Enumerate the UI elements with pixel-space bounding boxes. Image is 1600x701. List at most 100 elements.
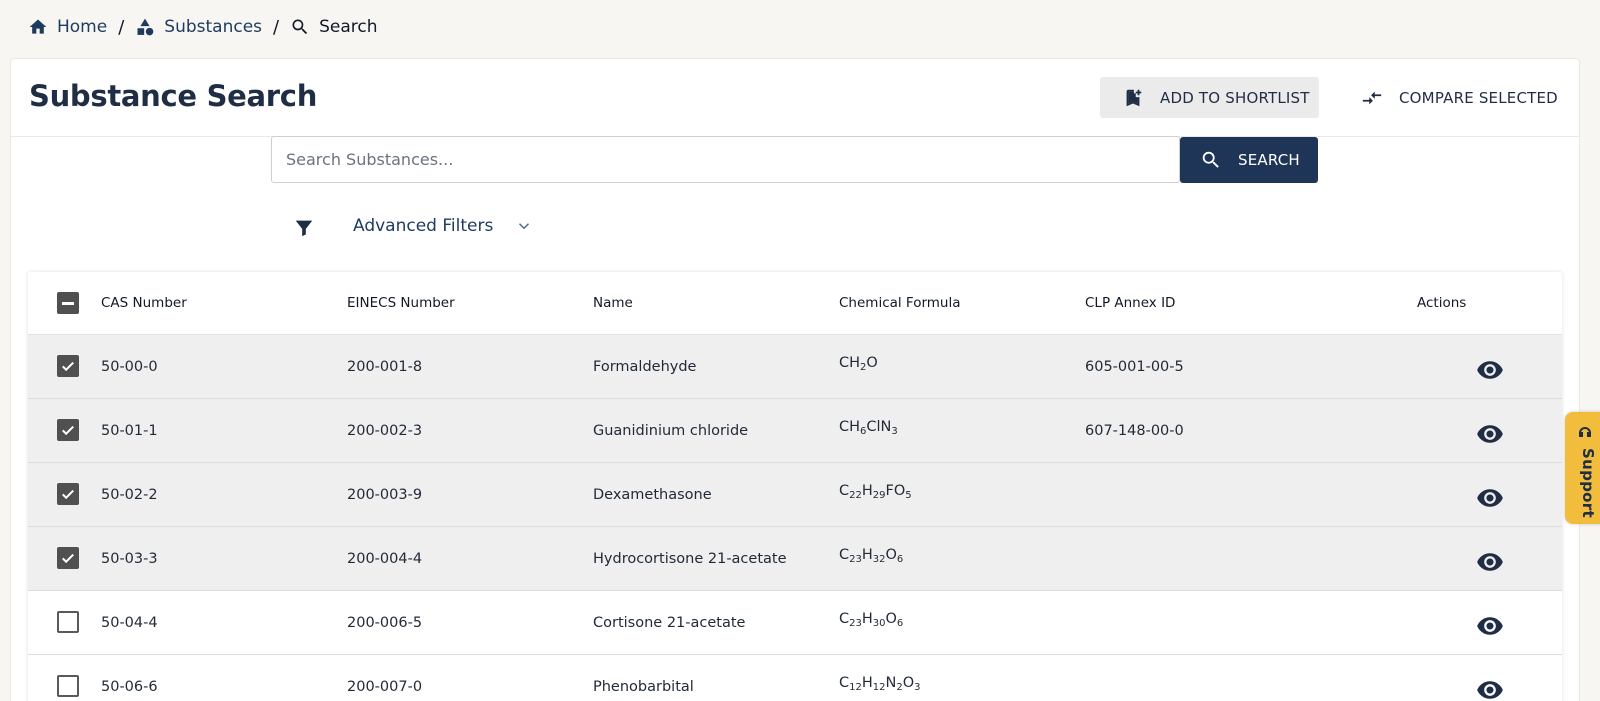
advanced-filters-label: Advanced Filters: [353, 216, 494, 236]
bookmark-add-icon: [1126, 89, 1142, 106]
substance-name-cell: Hydrocortisone 21-acetate: [593, 550, 787, 567]
search-input[interactable]: [271, 136, 1180, 183]
breadcrumb-substances-label: Substances: [164, 17, 263, 37]
compare-selected-label: COMPARE SELECTED: [1399, 88, 1558, 107]
breadcrumb-substances-link[interactable]: Substances: [135, 17, 262, 37]
einecs-number-cell: 200-001-8: [347, 358, 423, 375]
table-body: 50-00-0 200-001-8 Formaldehyde CH2O 605-001-…: [28, 335, 1562, 701]
row-checkbox[interactable]: [56, 482, 79, 505]
row-checkbox-cell: [28, 674, 101, 697]
row-checkbox[interactable]: [56, 674, 79, 697]
support-icon: [1577, 425, 1593, 441]
eye-icon: [1476, 488, 1503, 507]
column-header-einecs[interactable]: EINECS Number: [347, 295, 593, 311]
view-details-button[interactable]: [1476, 676, 1504, 701]
formula-element: H: [861, 482, 873, 499]
table-row[interactable]: 50-04-4 200-006-5 Cortisone 21-acetate C23H…: [28, 591, 1562, 655]
column-header-formula[interactable]: Chemical Formula: [839, 295, 1085, 311]
formula-subscript: 6: [896, 617, 904, 629]
cas-number-cell: 50-03-3: [101, 550, 158, 567]
row-checkbox[interactable]: [56, 610, 79, 633]
cas-number-cell: 50-00-0: [101, 358, 158, 375]
clp-annex-id-cell: 605-001-00-5: [1085, 358, 1184, 375]
einecs-number-cell: 200-003-9: [347, 486, 423, 503]
formula-subscript: 12: [849, 681, 862, 693]
formula-element: C: [839, 482, 850, 499]
formula-subscript: 22: [849, 489, 862, 501]
breadcrumb: Home / Substances / Search: [28, 16, 378, 38]
formula-element: CH: [839, 354, 861, 371]
cas-number-cell: 50-04-4: [101, 614, 158, 631]
formula-subscript: 23: [849, 617, 862, 629]
search-button-label: SEARCH: [1238, 151, 1300, 169]
view-details-button[interactable]: [1476, 356, 1504, 384]
row-checkbox-cell: [28, 482, 101, 505]
row-checkbox-cell: [28, 418, 101, 441]
row-checkbox-cell: [28, 354, 101, 377]
einecs-number-cell: 200-004-4: [347, 550, 423, 567]
formula-subscript: 30: [872, 617, 886, 629]
table-header: CAS Number EINECS Number Name Chemical F…: [28, 272, 1562, 335]
table-row[interactable]: 50-01-1 200-002-3 Guanidinium chloride CH6C…: [28, 399, 1562, 463]
formula-element: H: [861, 610, 873, 627]
card-header: Substance Search ADD TO SHORTLIST COMPAR…: [11, 59, 1579, 137]
substance-name-cell: Guanidinium chloride: [593, 422, 749, 439]
column-header-actions: Actions: [1417, 295, 1467, 311]
table-row[interactable]: 50-06-6 200-007-0 Phenobarbital C12H12N2O3: [28, 655, 1562, 701]
table-row[interactable]: 50-00-0 200-001-8 Formaldehyde CH2O 605-001-…: [28, 335, 1562, 399]
clp-annex-id-cell: 607-148-00-0: [1085, 422, 1184, 439]
actions-cell: [1417, 676, 1562, 701]
support-tab[interactable]: Support: [1565, 412, 1600, 524]
formula-element: H: [861, 546, 873, 563]
breadcrumb-separator: /: [118, 16, 125, 38]
view-details-button[interactable]: [1476, 420, 1504, 448]
row-checkbox-cell: [28, 546, 101, 569]
formula-subscript: 3: [891, 425, 898, 437]
formula-subscript: 23: [849, 553, 862, 565]
chemical-formula-cell: CH2O: [839, 354, 1085, 373]
chemical-formula-cell: CH6ClN3: [839, 418, 1085, 437]
filter-icon: [293, 217, 315, 239]
table-row[interactable]: 50-02-2 200-003-9 Dexamethasone C22H29FO5: [28, 463, 1562, 527]
column-header-cas[interactable]: CAS Number: [101, 295, 347, 311]
view-details-button[interactable]: [1476, 548, 1504, 576]
breadcrumb-current-label: Search: [319, 17, 378, 37]
eye-icon: [1476, 680, 1503, 699]
row-checkbox-cell: [28, 610, 101, 633]
row-checkbox[interactable]: [56, 546, 79, 569]
chemical-formula-cell: C22H29FO5: [839, 482, 1085, 501]
row-checkbox[interactable]: [56, 418, 79, 441]
column-header-name[interactable]: Name: [593, 295, 839, 311]
formula-element: C: [839, 546, 850, 563]
breadcrumb-home-label: Home: [57, 17, 108, 37]
substance-name-cell: Dexamethasone: [593, 486, 712, 503]
einecs-number-cell: 200-002-3: [347, 422, 423, 439]
breadcrumb-home-link[interactable]: Home: [28, 17, 107, 37]
breadcrumb-current: Search: [290, 17, 378, 37]
eye-icon: [1476, 424, 1503, 443]
select-all-checkbox[interactable]: [56, 292, 79, 314]
actions-cell: [1417, 420, 1562, 448]
row-checkbox[interactable]: [56, 354, 79, 377]
view-details-button[interactable]: [1476, 484, 1504, 512]
add-to-shortlist-label: ADD TO SHORTLIST: [1160, 88, 1310, 107]
search-button[interactable]: SEARCH: [1180, 137, 1318, 183]
formula-subscript: 3: [914, 681, 921, 693]
eye-icon: [1476, 552, 1503, 571]
compare-selected-button[interactable]: COMPARE SELECTED: [1347, 77, 1566, 118]
table-row[interactable]: 50-03-3 200-004-4 Hydrocortisone 21-acetat…: [28, 527, 1562, 591]
chevron-down-icon: [519, 223, 530, 230]
add-to-shortlist-button[interactable]: ADD TO SHORTLIST: [1100, 77, 1319, 118]
view-details-button[interactable]: [1476, 612, 1504, 640]
formula-element: FO: [885, 482, 906, 499]
chemical-formula-cell: C12H12N2O3: [839, 675, 1085, 693]
eye-icon: [1476, 616, 1503, 635]
column-header-clp[interactable]: CLP Annex ID: [1085, 295, 1417, 311]
cas-number-cell: 50-06-6: [101, 678, 158, 695]
formula-element: CH: [839, 418, 861, 435]
formula-subscript: 12: [872, 681, 886, 693]
actions-cell: [1417, 356, 1562, 384]
advanced-filters-toggle[interactable]: Advanced Filters: [353, 216, 533, 236]
formula-element: O: [866, 354, 878, 371]
substance-name-cell: Formaldehyde: [593, 358, 697, 375]
